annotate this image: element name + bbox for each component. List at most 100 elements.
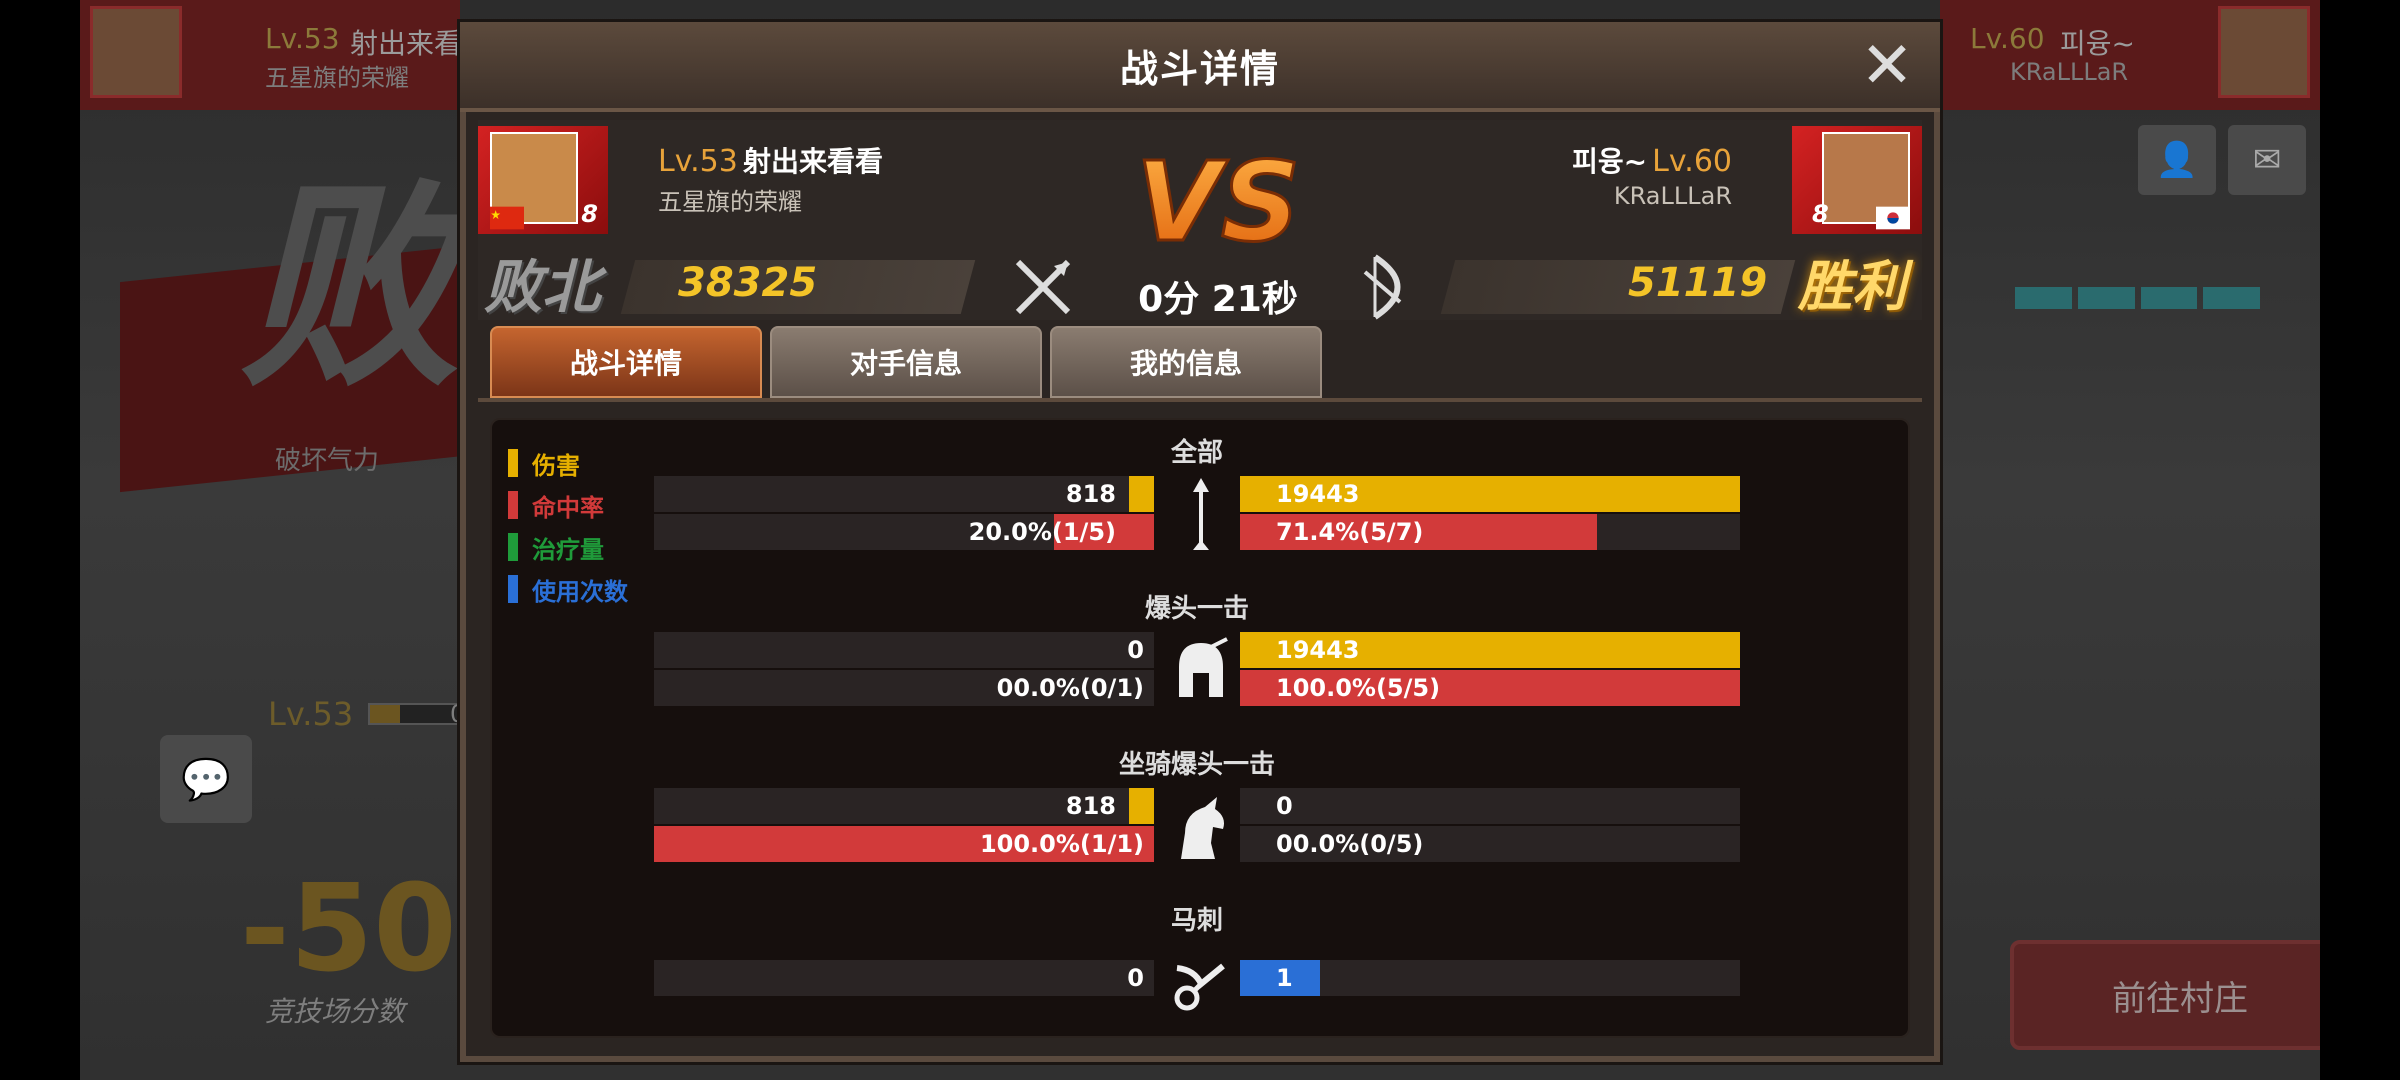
stats-legend: 伤害命中率治疗量使用次数	[508, 442, 628, 610]
right-stat-bar: 71.4%(5/7)	[1240, 514, 1740, 550]
add-friend-icon[interactable]: 👤	[2138, 125, 2216, 195]
bow-icon	[1363, 254, 1402, 320]
right-stat-bar: 1	[1240, 960, 1740, 996]
arena-score-delta: -50	[240, 860, 457, 999]
vs-logo: VS	[1138, 140, 1298, 260]
battle-detail-dialog: 战斗详情 ✕ 8 Lv.53 射出来看看 五星旗的荣耀 败北 38325 VS …	[460, 22, 1940, 1062]
bg-right-guild: KRaLLLaR	[2010, 58, 2129, 86]
bg-progress-segments	[2015, 287, 2260, 309]
left-stat-value: 818	[1065, 792, 1116, 820]
legend-swatch	[508, 449, 518, 477]
left-player-level: Lv.53	[658, 144, 738, 179]
legend-item: 命中率	[508, 484, 628, 526]
left-player-avatar[interactable]: 8	[478, 126, 608, 234]
go-to-village-button[interactable]: 前往村庄	[2010, 940, 2320, 1050]
left-player-name: 射出来看看	[742, 145, 883, 178]
bg-defeat-text: 败	[240, 160, 461, 416]
battle-time: 0分 21秒	[1138, 279, 1298, 320]
right-player-name: 피융~	[1572, 145, 1648, 178]
right-stat-value: 0	[1276, 792, 1293, 820]
korea-flag-icon	[1876, 206, 1910, 230]
tab-bar: 战斗详情 对手信息 我的信息	[490, 326, 1322, 402]
legend-label: 伤害	[532, 451, 580, 480]
bg-power-label: 破坏气力	[275, 446, 380, 476]
tab-my-info[interactable]: 我的信息	[1050, 326, 1322, 398]
right-player-avatar[interactable]: 8	[1792, 126, 1922, 234]
right-player-level: Lv.60	[1652, 144, 1732, 179]
helmet-icon	[1170, 632, 1232, 712]
bg-left-avatar	[90, 6, 182, 98]
left-stat-bar: 0	[654, 960, 1154, 996]
legend-swatch	[508, 491, 518, 519]
left-stat-value: 818	[1065, 480, 1116, 508]
stats-panel: 伤害命中率治疗量使用次数 全部 818 19443 20.0%(1/5) 71.4%(5…	[490, 418, 1910, 1038]
right-stat-bar: 100.0%(5/5)	[1240, 670, 1740, 706]
chat-icon[interactable]: 💬	[160, 735, 252, 823]
bg-right-level: Lv.60	[1970, 22, 2045, 55]
legend-label: 治疗量	[532, 535, 604, 564]
left-score: 38325	[678, 260, 818, 306]
bg-left-guild: 五星旗的荣耀	[265, 64, 409, 92]
bg-right-name: 피융~	[2060, 27, 2135, 60]
right-stat-value: 00.0%(0/5)	[1276, 830, 1424, 858]
right-stat-value: 19443	[1276, 636, 1360, 664]
right-stat-value: 19443	[1276, 480, 1360, 508]
right-player-guild: KRaLLLaR	[1613, 182, 1732, 210]
tab-opponent-info[interactable]: 对手信息	[770, 326, 1042, 398]
legend-swatch	[508, 575, 518, 603]
arrow-icon	[1170, 476, 1232, 556]
left-player-title: Lv.53 射出来看看	[658, 140, 883, 180]
left-stat-fill	[1129, 788, 1154, 824]
legend-swatch	[508, 533, 518, 561]
dialog-title-bar: 战斗详情 ✕	[460, 22, 1940, 112]
china-flag-icon	[490, 206, 524, 230]
left-player-rank: 8	[581, 200, 598, 228]
tab-battle-detail[interactable]: 战斗详情	[490, 326, 762, 398]
section-title: 爆头一击	[1144, 594, 1249, 624]
left-stat-bar: 818	[654, 788, 1154, 824]
bg-right-avatar	[2218, 6, 2310, 98]
tab-divider	[478, 398, 1922, 402]
left-stat-value: 0	[1127, 964, 1144, 992]
legend-item: 伤害	[508, 442, 628, 484]
left-stat-bar: 0	[654, 632, 1154, 668]
section-title: 坐骑爆头一击	[1118, 750, 1275, 780]
spur-icon	[1170, 944, 1232, 1024]
section-title: 全部	[1170, 438, 1223, 468]
vs-text: VS	[1138, 140, 1298, 260]
legend-item: 使用次数	[508, 568, 628, 610]
victory-label: 胜利	[1798, 255, 1906, 318]
left-stat-value: 100.0%(1/1)	[979, 830, 1144, 858]
legend-item: 治疗量	[508, 526, 628, 568]
left-stat-value: 00.0%(0/1)	[996, 674, 1144, 702]
left-stat-bar: 100.0%(1/1)	[654, 826, 1154, 862]
close-icon[interactable]: ✕	[1856, 34, 1918, 98]
section-title: 马刺	[1170, 906, 1223, 936]
left-player-guild: 五星旗的荣耀	[658, 188, 802, 216]
left-stat-bar: 818	[654, 476, 1154, 512]
right-stat-bar: 19443	[1240, 476, 1740, 512]
right-stat-bar: 19443	[1240, 632, 1740, 668]
left-stat-fill	[1129, 476, 1154, 512]
right-player-title: 피융~ Lv.60	[1572, 140, 1732, 180]
left-stat-bar: 20.0%(1/5)	[654, 514, 1154, 550]
mail-icon[interactable]: ✉	[2228, 125, 2306, 195]
left-stat-value: 20.0%(1/5)	[968, 518, 1116, 546]
right-stat-bar: 00.0%(0/5)	[1240, 826, 1740, 862]
bg-level-label: Lv.53	[268, 695, 354, 733]
legend-label: 命中率	[532, 493, 604, 522]
left-stat-value: 0	[1127, 636, 1144, 664]
legend-label: 使用次数	[532, 577, 628, 606]
players-header: 8 Lv.53 射出来看看 五星旗的荣耀 败北 38325 VS 0分 21秒	[478, 120, 1922, 321]
left-stat-bar: 00.0%(0/1)	[654, 670, 1154, 706]
right-stat-value: 71.4%(5/7)	[1276, 518, 1424, 546]
crossed-swords-icon	[1015, 259, 1071, 315]
right-stat-bar: 0	[1240, 788, 1740, 824]
dialog-title: 战斗详情	[1119, 46, 1280, 91]
arena-score-label: 竞技场分数	[265, 995, 406, 1028]
bg-left-level: Lv.53	[265, 22, 340, 55]
defeat-label: 败北	[484, 253, 601, 321]
right-stat-value: 100.0%(5/5)	[1276, 674, 1441, 702]
right-player-rank: 8	[1812, 200, 1829, 228]
right-score: 51119	[1628, 260, 1768, 306]
